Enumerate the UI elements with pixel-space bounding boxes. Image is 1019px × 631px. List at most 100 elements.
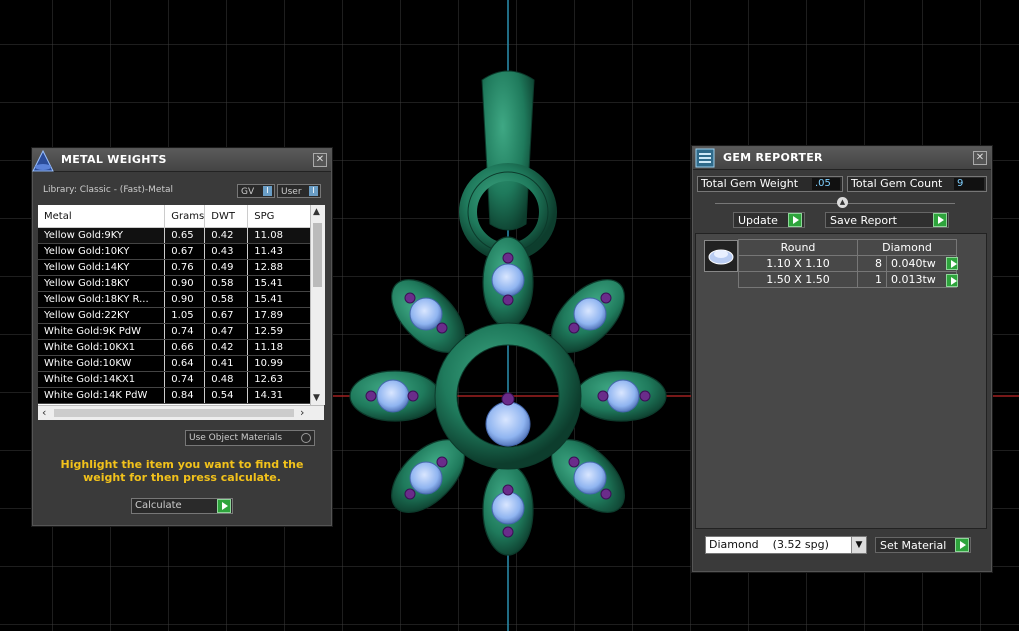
total-gem-count-field: Total Gem Count 9	[847, 176, 987, 192]
material-select[interactable]: Diamond (3.52 spg) ▼	[705, 536, 867, 554]
gem-reporter-close-icon[interactable]: ✕	[973, 151, 987, 165]
gem-row[interactable]: 1.50 X 1.50 1 0.013tw	[738, 271, 957, 288]
dwt-value: 0.41	[204, 355, 249, 372]
library-label: Library: Classic - (Fast)-Metal	[43, 185, 174, 195]
splitter-toggle-icon[interactable]: ▲	[837, 197, 848, 208]
metal-column-header[interactable]: Metal	[38, 205, 166, 228]
gv-indicator-icon: I	[263, 186, 272, 196]
scroll-right-icon[interactable]: ›	[300, 406, 304, 419]
metal-name: Yellow Gold:18KY	[38, 275, 166, 292]
grams-column-header[interactable]: Grams	[164, 205, 206, 228]
update-label: Update	[738, 214, 778, 227]
spg-column-header[interactable]: SPG	[247, 205, 314, 228]
save-report-arrow-icon[interactable]	[933, 213, 947, 227]
metal-name: Yellow Gold:14KY	[38, 259, 166, 276]
grams-value: 0.84	[164, 387, 206, 404]
metal-weights-close-icon[interactable]: ✕	[313, 153, 327, 167]
use-object-materials-label: Use Object Materials	[189, 433, 283, 443]
spg-value: 17.89	[247, 307, 314, 324]
metal-name: White Gold:9K PdW	[38, 323, 166, 340]
metal-table-row[interactable]: White Gold:9K PdW 0.74 0.47 12.59	[38, 323, 314, 340]
metal-table-row[interactable]: Yellow Gold:22KY 1.05 0.67 17.89	[38, 307, 314, 324]
metal-name: White Gold:10KW	[38, 355, 166, 372]
scroll-thumb[interactable]	[313, 223, 322, 287]
save-report-button[interactable]: Save Report	[825, 212, 949, 228]
metal-weights-panel: METAL WEIGHTS ✕ Library: Classic - (Fast…	[32, 148, 332, 526]
radio-icon	[301, 433, 311, 443]
metal-table-row[interactable]: Yellow Gold:14KY 0.76 0.49 12.88	[38, 259, 314, 276]
hscroll-thumb[interactable]	[54, 409, 294, 417]
dwt-value: 0.43	[204, 243, 249, 260]
scroll-down-icon[interactable]: ▼	[313, 393, 320, 403]
metal-weights-title: METAL WEIGHTS	[61, 153, 167, 166]
metal-name: White Gold:14K PdW	[38, 387, 166, 404]
grams-value: 1.05	[164, 307, 206, 324]
set-material-arrow-icon[interactable]	[955, 538, 969, 552]
metal-name: Yellow Gold:9KY	[38, 227, 166, 244]
update-arrow-icon[interactable]	[788, 213, 802, 227]
metal-name: White Gold:10KX1	[38, 339, 166, 356]
metal-name: Yellow Gold:18KY R...	[38, 291, 166, 308]
spg-value: 11.43	[247, 243, 314, 260]
metal-table-row[interactable]: White Gold:14K PdW 0.84 0.54 14.31	[38, 387, 314, 404]
dwt-column-header[interactable]: DWT	[204, 205, 249, 228]
metal-table-row[interactable]: Yellow Gold:9KY 0.65 0.42 11.08	[38, 227, 314, 244]
spg-value: 12.88	[247, 259, 314, 276]
dwt-value: 0.48	[204, 371, 249, 388]
metal-table-vscrollbar[interactable]: ▲ ▼	[310, 205, 325, 405]
set-material-label: Set Material	[880, 539, 947, 552]
gem-row-1-arrow-icon[interactable]	[946, 257, 958, 270]
metal-name: White Gold:14KX1	[38, 371, 166, 388]
user-label: User	[281, 187, 302, 197]
gem-reporter-titlebar[interactable]: GEM REPORTER ✕	[693, 147, 991, 170]
grams-value: 0.64	[164, 355, 206, 372]
gem-reporter-logo-icon	[695, 148, 715, 168]
gem-size: 1.50 X 1.50	[738, 271, 858, 288]
scroll-left-icon[interactable]: ‹	[42, 406, 46, 419]
save-report-label: Save Report	[830, 214, 897, 227]
user-toggle[interactable]: User I	[277, 184, 321, 198]
metal-weights-logo-icon	[32, 149, 54, 172]
total-gem-count-value: 9	[954, 178, 984, 190]
spg-value: 12.63	[247, 371, 314, 388]
metal-table-row[interactable]: White Gold:10KW 0.64 0.41 10.99	[38, 355, 314, 372]
scroll-up-icon[interactable]: ▲	[313, 207, 320, 217]
gem-row-2-arrow-icon[interactable]	[946, 274, 958, 287]
grams-value: 0.66	[164, 339, 206, 356]
gem-count: 1	[857, 271, 887, 288]
total-gem-weight-value: .05	[812, 178, 840, 190]
spg-value: 14.31	[247, 387, 314, 404]
metal-table-hscrollbar[interactable]: ‹ ›	[38, 405, 324, 420]
metal-weights-hint: Highlight the item you want to find the …	[60, 458, 304, 484]
gv-toggle[interactable]: GV I	[237, 184, 275, 198]
grams-value: 0.67	[164, 243, 206, 260]
splitter-line	[715, 203, 955, 204]
shape-header: Round	[738, 239, 858, 256]
metal-table-row[interactable]: Yellow Gold:18KY 0.90 0.58 15.41	[38, 275, 314, 292]
chevron-down-icon[interactable]: ▼	[851, 537, 866, 553]
metal-table-row[interactable]: Yellow Gold:10KY 0.67 0.43 11.43	[38, 243, 314, 260]
total-gem-weight-label: Total Gem Weight	[701, 177, 799, 190]
total-gem-count-label: Total Gem Count	[851, 177, 943, 190]
metal-table-row[interactable]: Yellow Gold:18KY R... 0.90 0.58 15.41	[38, 291, 314, 308]
dwt-value: 0.67	[204, 307, 249, 324]
gem-thumbnail[interactable]	[704, 240, 738, 272]
metal-name: Yellow Gold:22KY	[38, 307, 166, 324]
metal-weights-titlebar[interactable]: METAL WEIGHTS ✕	[32, 149, 331, 172]
gem-row[interactable]: 1.10 X 1.10 8 0.040tw	[738, 255, 957, 272]
metal-table[interactable]: Metal Grams DWT SPG Yellow Gold:9KY 0.65 0…	[38, 205, 314, 405]
metal-name: Yellow Gold:10KY	[38, 243, 166, 260]
spg-value: 11.18	[247, 339, 314, 356]
calculate-arrow-icon[interactable]	[217, 499, 231, 513]
dwt-value: 0.58	[204, 275, 249, 292]
gem-list-area[interactable]: Round Diamond 1.10 X 1.10 8 0.040tw 1.50…	[695, 233, 987, 529]
use-object-materials-toggle[interactable]: Use Object Materials	[185, 430, 315, 446]
grams-value: 0.90	[164, 291, 206, 308]
metal-table-row[interactable]: White Gold:10KX1 0.66 0.42 11.18	[38, 339, 314, 356]
dwt-value: 0.54	[204, 387, 249, 404]
gem-reporter-title: GEM REPORTER	[723, 151, 823, 164]
gv-label: GV	[241, 187, 255, 197]
gem-table[interactable]: Round Diamond 1.10 X 1.10 8 0.040tw 1.50…	[738, 239, 957, 288]
metal-table-row[interactable]: White Gold:14KX1 0.74 0.48 12.63	[38, 371, 314, 388]
material-header: Diamond	[857, 239, 957, 256]
